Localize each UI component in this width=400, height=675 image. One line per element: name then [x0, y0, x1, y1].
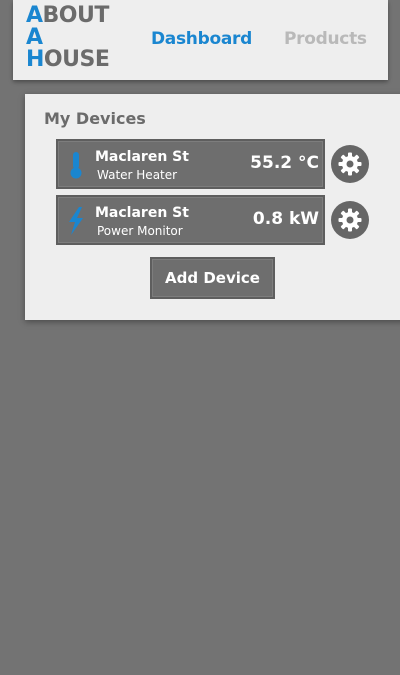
thermometer-icon — [70, 152, 82, 179]
add-device-button[interactable]: Add Device — [150, 257, 275, 299]
gear-icon — [338, 152, 362, 176]
device-card-power-monitor[interactable]: Maclaren St Power Monitor 0.8 kW — [56, 195, 325, 245]
nav-products[interactable]: Products — [284, 29, 367, 49]
device-reading: 55.2 °C — [250, 153, 319, 173]
top-header: ABOUT A HOUSE Dashboard Products — [13, 0, 388, 80]
device-name: Maclaren St — [95, 149, 189, 165]
device-type: Power Monitor — [97, 224, 183, 238]
device-card-water-heater[interactable]: Maclaren St Water Heater 55.2 °C — [56, 139, 325, 189]
lightning-icon — [69, 207, 83, 235]
panel-title: My Devices — [44, 109, 146, 128]
device-name: Maclaren St — [95, 205, 189, 221]
my-devices-panel: My Devices Maclaren St Water Heater 55.2… — [25, 94, 400, 320]
about-a-house-logo[interactable]: ABOUT A HOUSE — [26, 5, 110, 71]
nav-dashboard[interactable]: Dashboard — [151, 29, 252, 49]
device-settings-gear-button[interactable] — [331, 145, 369, 183]
device-type: Water Heater — [97, 168, 178, 182]
device-settings-gear-button[interactable] — [331, 201, 369, 239]
device-reading: 0.8 kW — [252, 209, 319, 229]
gear-icon — [338, 208, 362, 232]
